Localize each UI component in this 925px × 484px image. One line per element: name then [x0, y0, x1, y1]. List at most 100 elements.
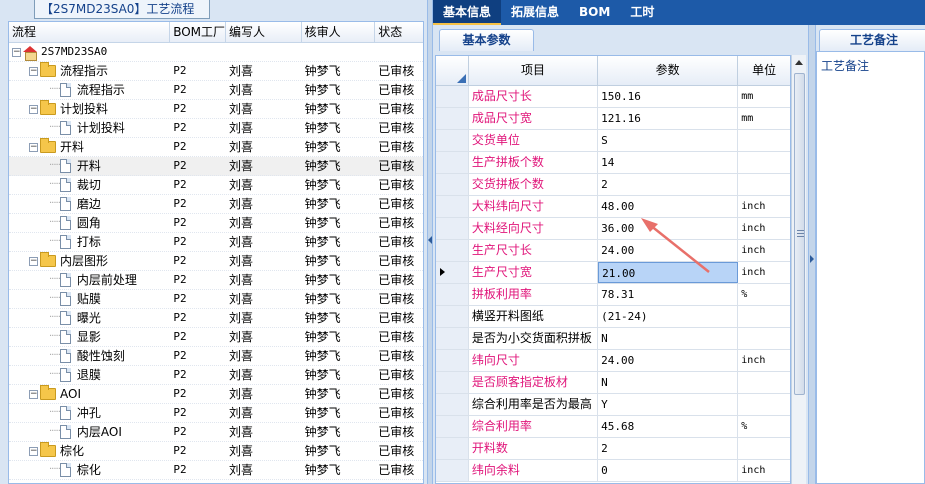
param-value[interactable]: 14: [598, 152, 739, 173]
tree-row[interactable]: − 内层图形 P2 刘喜 钟梦飞 已审核: [9, 252, 423, 271]
param-value[interactable]: 36.00: [598, 218, 739, 239]
tab-basic-params[interactable]: 基本参数: [439, 29, 534, 51]
tab-work-hours[interactable]: 工时: [620, 0, 664, 25]
tree-row[interactable]: − AOI P2 刘喜 钟梦飞 已审核: [9, 385, 423, 404]
param-value[interactable]: 21.00: [598, 262, 739, 283]
param-row[interactable]: 大料经向尺寸 36.00 inch: [436, 218, 790, 240]
tab-basic-info[interactable]: 基本信息: [433, 0, 502, 25]
scroll-up-icon[interactable]: [795, 60, 803, 65]
params-vertical-scrollbar[interactable]: [791, 55, 806, 484]
row-indicator[interactable]: [436, 196, 469, 217]
column-header-process[interactable]: 流程: [9, 22, 171, 42]
tree-row[interactable]: − 开料 P2 刘喜 钟梦飞 已审核: [9, 138, 423, 157]
column-header-bom-factory[interactable]: BOM工厂: [170, 22, 226, 42]
row-indicator[interactable]: [436, 438, 469, 459]
row-indicator[interactable]: [436, 174, 469, 195]
tree-row[interactable]: ····· 圆角 P2 刘喜 钟梦飞 已审核: [9, 214, 423, 233]
param-value[interactable]: Y: [598, 394, 739, 415]
param-row[interactable]: 大料纬向尺寸 48.00 inch: [436, 196, 790, 218]
select-all-corner[interactable]: [436, 56, 469, 85]
tree-row[interactable]: ····· 开料 P2 刘喜 钟梦飞 已审核: [9, 157, 423, 176]
param-row[interactable]: 成品尺寸宽 121.16 mm: [436, 108, 790, 130]
param-row[interactable]: 横竖开料图纸 (21-24): [436, 306, 790, 328]
param-value[interactable]: 24.00: [598, 240, 739, 261]
param-value[interactable]: 45.68: [598, 416, 739, 437]
tree-row[interactable]: ····· 磨边 P2 刘喜 钟梦飞 已审核: [9, 195, 423, 214]
param-row[interactable]: 纬向余料 0 inch: [436, 460, 790, 482]
row-indicator[interactable]: [436, 284, 469, 305]
column-header-param[interactable]: 参数: [598, 56, 739, 85]
tree-row[interactable]: − 流程指示 P2 刘喜 钟梦飞 已审核: [9, 62, 423, 81]
collapse-left-arrow-icon[interactable]: [428, 236, 432, 244]
tree-row[interactable]: ····· 裁切 P2 刘喜 钟梦飞 已审核: [9, 176, 423, 195]
collapse-icon[interactable]: −: [29, 104, 38, 114]
row-indicator[interactable]: [436, 262, 469, 283]
tree-row[interactable]: ····· 退膜 P2 刘喜 钟梦飞 已审核: [9, 366, 423, 385]
param-row[interactable]: 是否为小交货面积拼板 N: [436, 328, 790, 350]
tree-row[interactable]: ····· 内层前处理 P2 刘喜 钟梦飞 已审核: [9, 271, 423, 290]
process-flow-title-tab[interactable]: 【2S7MD23SA0】工艺流程: [34, 0, 210, 19]
param-row[interactable]: 生产拼板个数 14: [436, 152, 790, 174]
param-value[interactable]: 150.16: [598, 86, 739, 107]
collapse-icon[interactable]: −: [29, 66, 38, 76]
collapse-icon[interactable]: −: [29, 256, 38, 266]
param-row[interactable]: 生产尺寸宽 21.00 inch: [436, 262, 790, 284]
row-indicator[interactable]: [436, 306, 469, 327]
row-indicator[interactable]: [436, 328, 469, 349]
tree-row[interactable]: ····· 流程指示 P2 刘喜 钟梦飞 已审核: [9, 81, 423, 100]
collapse-right-arrow-icon[interactable]: [810, 255, 814, 263]
row-indicator[interactable]: [436, 394, 469, 415]
column-header-item[interactable]: 项目: [469, 56, 599, 85]
tree-root-row[interactable]: − 2S7MD23SA0: [9, 43, 423, 62]
param-value[interactable]: 121.16: [598, 108, 739, 129]
param-value[interactable]: 2: [598, 174, 739, 195]
tree-row[interactable]: − 棕化 P2 刘喜 钟梦飞 已审核: [9, 442, 423, 461]
param-row[interactable]: 开料数 2: [436, 438, 790, 460]
collapse-icon[interactable]: −: [29, 389, 38, 399]
param-row[interactable]: 交货拼板个数 2: [436, 174, 790, 196]
row-indicator[interactable]: [436, 372, 469, 393]
tree-row[interactable]: ····· 冲孔 P2 刘喜 钟梦飞 已审核: [9, 404, 423, 423]
param-value[interactable]: 48.00: [598, 196, 739, 217]
column-header-reviewer[interactable]: 核审人: [302, 22, 376, 42]
tab-extended-info[interactable]: 拓展信息: [501, 0, 569, 25]
param-row[interactable]: 成品尺寸长 150.16 mm: [436, 86, 790, 108]
collapse-icon[interactable]: −: [29, 142, 38, 152]
param-row[interactable]: 综合利用率是否为最高 Y: [436, 394, 790, 416]
row-indicator[interactable]: [436, 240, 469, 261]
row-indicator[interactable]: [436, 86, 469, 107]
tab-bom[interactable]: BOM: [569, 0, 620, 25]
row-indicator[interactable]: [436, 350, 469, 371]
tree-row[interactable]: − 计划投料 P2 刘喜 钟梦飞 已审核: [9, 100, 423, 119]
tree-row[interactable]: ····· 计划投料 P2 刘喜 钟梦飞 已审核: [9, 119, 423, 138]
tree-row[interactable]: ····· 曝光 P2 刘喜 钟梦飞 已审核: [9, 309, 423, 328]
tree-row[interactable]: ····· 酸性蚀刻 P2 刘喜 钟梦飞 已审核: [9, 347, 423, 366]
row-indicator[interactable]: [436, 108, 469, 129]
tree-row[interactable]: ····· 贴膜 P2 刘喜 钟梦飞 已审核: [9, 290, 423, 309]
row-indicator[interactable]: [436, 460, 469, 481]
column-header-status[interactable]: 状态: [375, 22, 423, 42]
tree-row[interactable]: ····· 内层AOI P2 刘喜 钟梦飞 已审核: [9, 423, 423, 442]
param-value[interactable]: S: [598, 130, 739, 151]
right-splitter[interactable]: [808, 25, 816, 484]
collapse-icon[interactable]: −: [12, 47, 21, 57]
param-row[interactable]: 拼板利用率 78.31%: [436, 284, 790, 306]
row-indicator[interactable]: [436, 218, 469, 239]
param-row[interactable]: 是否顾客指定板材 N: [436, 372, 790, 394]
tree-row[interactable]: ····· 棕化 P2 刘喜 钟梦飞 已审核: [9, 461, 423, 480]
process-notes-body[interactable]: 工艺备注: [816, 51, 925, 484]
param-value[interactable]: 78.31: [598, 284, 739, 305]
param-value[interactable]: N: [598, 328, 739, 349]
param-row[interactable]: 生产尺寸长 24.00 inch: [436, 240, 790, 262]
param-value[interactable]: 24.00: [598, 350, 739, 371]
row-indicator[interactable]: [436, 130, 469, 151]
column-header-writer[interactable]: 编写人: [226, 22, 302, 42]
param-value[interactable]: 2: [598, 438, 739, 459]
param-row[interactable]: 交货单位 S: [436, 130, 790, 152]
tree-row[interactable]: ····· 打标 P2 刘喜 钟梦飞 已审核: [9, 233, 423, 252]
row-indicator[interactable]: [436, 152, 469, 173]
tab-process-notes[interactable]: 工艺备注: [819, 29, 925, 51]
column-header-unit[interactable]: 单位: [738, 56, 790, 85]
param-row[interactable]: 纬向尺寸 24.00 inch: [436, 350, 790, 372]
collapse-icon[interactable]: −: [29, 446, 38, 456]
